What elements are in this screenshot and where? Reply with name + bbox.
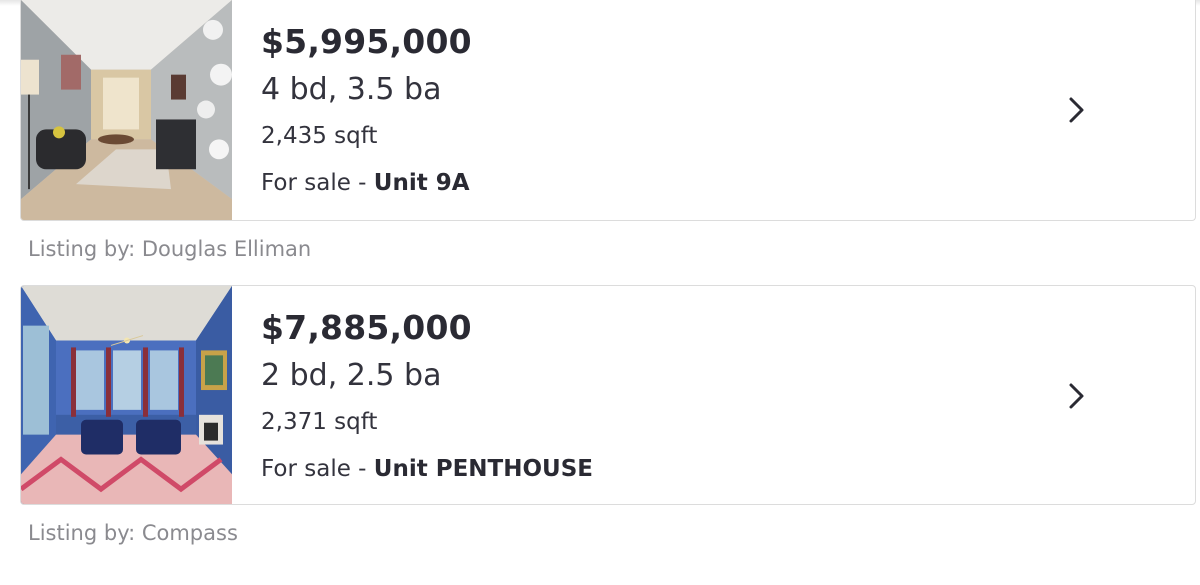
listing-price: $5,995,000 <box>261 22 472 61</box>
listing-card[interactable]: $5,995,000 4 bd, 3.5 ba 2,435 sqft For s… <box>20 0 1196 221</box>
status-prefix: For sale - <box>261 456 374 482</box>
square-footage: 2,435 sqft <box>261 123 378 149</box>
chevron-right-icon[interactable] <box>1065 96 1089 124</box>
beds-baths: 4 bd, 3.5 ba <box>261 72 442 107</box>
listing-photo[interactable] <box>21 286 232 504</box>
listing-card[interactable]: $7,885,000 2 bd, 2.5 ba 2,371 sqft For s… <box>20 285 1196 505</box>
square-footage: 2,371 sqft <box>261 409 378 435</box>
sale-status: For sale - Unit 9A <box>261 170 470 196</box>
listing-price: $7,885,000 <box>261 308 472 347</box>
living-room-photo-1 <box>21 0 232 220</box>
status-prefix: For sale - <box>261 170 374 196</box>
sale-status: For sale - Unit PENTHOUSE <box>261 456 593 482</box>
unit-label: Unit 9A <box>373 170 470 196</box>
unit-label: Unit PENTHOUSE <box>373 456 593 482</box>
listing-photo[interactable] <box>21 0 232 220</box>
listing-agent: Listing by: Compass <box>28 521 238 545</box>
living-room-photo-2 <box>21 286 232 504</box>
beds-baths: 2 bd, 2.5 ba <box>261 358 442 393</box>
chevron-right-icon[interactable] <box>1065 382 1089 410</box>
listing-agent: Listing by: Douglas Elliman <box>28 237 312 261</box>
